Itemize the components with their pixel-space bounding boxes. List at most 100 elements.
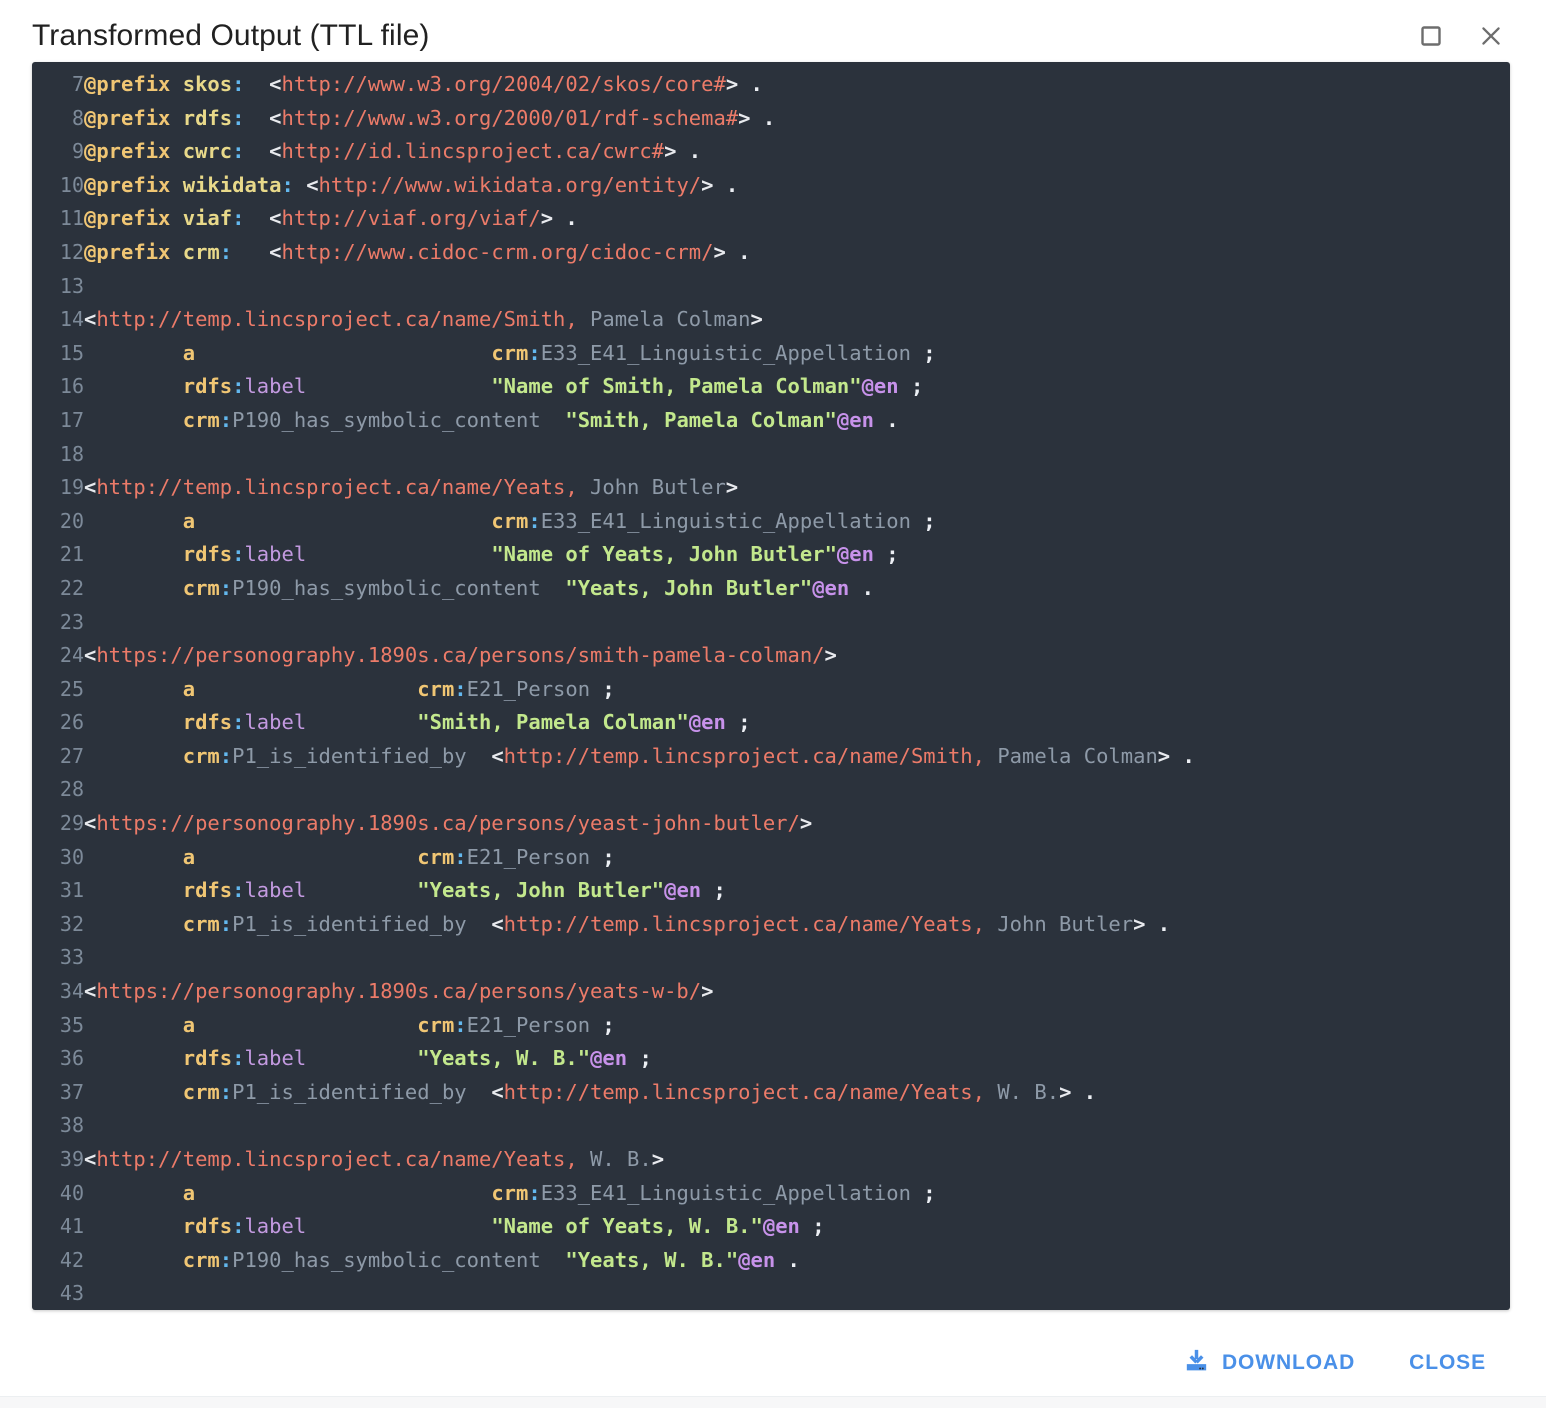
line-content: <http://temp.lincsproject.ca/name/Yeats,… [84,471,1510,505]
code-line: 24<https://personography.1890s.ca/person… [32,639,1510,673]
code-line: 37 crm:P1_is_identified_by <http://temp.… [32,1076,1510,1110]
line-content: rdfs:label "Smith, Pamela Colman"@en ; [84,706,1510,740]
code-line: 30 a crm:E21_Person ; [32,841,1510,875]
code-line: 14<http://temp.lincsproject.ca/name/Smit… [32,303,1510,337]
line-content: <https://personography.1890s.ca/persons/… [84,975,1510,1009]
line-number: 32 [32,908,84,942]
code-line: 28 [32,773,1510,807]
line-content: a crm:E21_Person ; [84,673,1510,707]
line-content: rdfs:label "Name of Yeats, W. B."@en ; [84,1210,1510,1244]
line-content: @prefix crm: <http://www.cidoc-crm.org/c… [84,236,1510,270]
code-table: 7@prefix skos: <http://www.w3.org/2004/0… [32,68,1510,1310]
close-icon [1478,23,1504,49]
line-number: 15 [32,337,84,371]
line-number: 29 [32,807,84,841]
code-line: 31 rdfs:label "Yeats, John Butler"@en ; [32,874,1510,908]
line-number: 33 [32,941,84,975]
line-content: crm:P190_has_symbolic_content "Smith, Pa… [84,404,1510,438]
code-line: 7@prefix skos: <http://www.w3.org/2004/0… [32,68,1510,102]
line-number: 20 [32,505,84,539]
line-content [84,438,1510,472]
line-number: 39 [32,1143,84,1177]
code-line: 33 [32,941,1510,975]
line-number: 40 [32,1177,84,1211]
line-content: rdfs:label "Name of Smith, Pamela Colman… [84,370,1510,404]
code-line: 11@prefix viaf: <http://viaf.org/viaf/> … [32,202,1510,236]
close-button[interactable]: CLOSE [1395,1341,1500,1385]
download-icon [1183,1347,1210,1380]
code-line: 43 [32,1277,1510,1310]
code-line: 9@prefix cwrc: <http://id.lincsproject.c… [32,135,1510,169]
code-line: 12@prefix crm: <http://www.cidoc-crm.org… [32,236,1510,270]
transformed-output-dialog: Transformed Output (TTL file) [0,0,1546,1396]
code-line: 38 [32,1109,1510,1143]
code-line: 21 rdfs:label "Name of Yeats, John Butle… [32,538,1510,572]
line-content [84,270,1510,304]
code-line: 19<http://temp.lincsproject.ca/name/Yeat… [32,471,1510,505]
line-content: a crm:E33_E41_Linguistic_Appellation ; [84,1177,1510,1211]
line-content: @prefix wikidata: <http://www.wikidata.o… [84,169,1510,203]
code-line: 17 crm:P190_has_symbolic_content "Smith,… [32,404,1510,438]
line-number: 41 [32,1210,84,1244]
code-line: 8@prefix rdfs: <http://www.w3.org/2000/0… [32,102,1510,136]
code-scroll-area[interactable]: 7@prefix skos: <http://www.w3.org/2004/0… [32,62,1510,1310]
line-number: 17 [32,404,84,438]
line-content: @prefix skos: <http://www.w3.org/2004/02… [84,68,1510,102]
code-line: 29<https://personography.1890s.ca/person… [32,807,1510,841]
code-line: 26 rdfs:label "Smith, Pamela Colman"@en … [32,706,1510,740]
line-number: 35 [32,1009,84,1043]
close-button-label: CLOSE [1409,1351,1486,1375]
line-number: 8 [32,102,84,136]
code-line: 10@prefix wikidata: <http://www.wikidata… [32,169,1510,203]
line-number: 42 [32,1244,84,1278]
line-number: 34 [32,975,84,1009]
maximize-button[interactable] [1414,19,1448,53]
download-button[interactable]: DOWNLOAD [1169,1337,1369,1390]
code-line: 36 rdfs:label "Yeats, W. B."@en ; [32,1042,1510,1076]
line-content: <http://temp.lincsproject.ca/name/Smith,… [84,303,1510,337]
line-number: 14 [32,303,84,337]
line-content: crm:P1_is_identified_by <http://temp.lin… [84,1076,1510,1110]
line-number: 27 [32,740,84,774]
line-content [84,1109,1510,1143]
dialog-actions: DOWNLOAD CLOSE [0,1330,1546,1396]
line-content [84,1277,1510,1310]
line-content [84,773,1510,807]
code-line: 22 crm:P190_has_symbolic_content "Yeats,… [32,572,1510,606]
line-number: 11 [32,202,84,236]
line-content: rdfs:label "Yeats, John Butler"@en ; [84,874,1510,908]
code-line: 34<https://personography.1890s.ca/person… [32,975,1510,1009]
line-number: 16 [32,370,84,404]
line-number: 38 [32,1109,84,1143]
close-window-button[interactable] [1474,19,1508,53]
window-controls [1414,19,1522,53]
line-number: 9 [32,135,84,169]
code-line: 40 a crm:E33_E41_Linguistic_Appellation … [32,1177,1510,1211]
code-line: 16 rdfs:label "Name of Smith, Pamela Col… [32,370,1510,404]
line-content: @prefix rdfs: <http://www.w3.org/2000/01… [84,102,1510,136]
dialog-title: Transformed Output (TTL file) [32,19,1414,53]
code-line: 41 rdfs:label "Name of Yeats, W. B."@en … [32,1210,1510,1244]
line-number: 24 [32,639,84,673]
line-content: <https://personography.1890s.ca/persons/… [84,807,1510,841]
code-line: 20 a crm:E33_E41_Linguistic_Appellation … [32,505,1510,539]
line-number: 25 [32,673,84,707]
page-bottom-strip [0,1396,1546,1408]
code-line: 27 crm:P1_is_identified_by <http://temp.… [32,740,1510,774]
code-line: 32 crm:P1_is_identified_by <http://temp.… [32,908,1510,942]
line-number: 23 [32,606,84,640]
code-line: 23 [32,606,1510,640]
maximize-icon [1419,24,1443,48]
line-number: 36 [32,1042,84,1076]
line-number: 18 [32,438,84,472]
line-number: 10 [32,169,84,203]
code-line: 13 [32,270,1510,304]
line-number: 26 [32,706,84,740]
line-number: 43 [32,1277,84,1310]
line-content: a crm:E21_Person ; [84,841,1510,875]
line-content [84,606,1510,640]
line-content: crm:P1_is_identified_by <http://temp.lin… [84,740,1510,774]
code-viewer[interactable]: 7@prefix skos: <http://www.w3.org/2004/0… [32,62,1510,1310]
line-content: rdfs:label "Name of Yeats, John Butler"@… [84,538,1510,572]
line-number: 22 [32,572,84,606]
